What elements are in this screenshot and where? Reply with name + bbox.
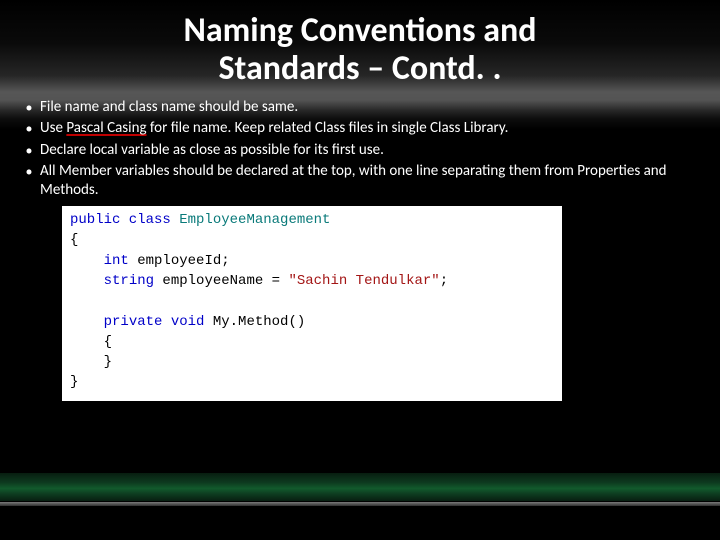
list-item: • Use Pascal Casing for file name. Keep … [18, 119, 702, 138]
code-sample: public class EmployeeManagement { int em… [62, 206, 562, 401]
code-line: { [70, 230, 554, 250]
code-line: int employeeId; [70, 251, 554, 271]
bullet-icon: • [18, 98, 40, 117]
code-line: string employeeName = "Sachin Tendulkar"… [70, 271, 554, 291]
code-line: { [70, 332, 554, 352]
list-item: • File name and class name should be sam… [18, 98, 702, 117]
slide: Naming Conventions and Standards – Contd… [0, 0, 720, 540]
bullet-icon: • [18, 141, 40, 160]
code-line: public class EmployeeManagement [70, 210, 554, 230]
list-item: • Declare local variable as close as pos… [18, 141, 702, 160]
code-line: private void My.Method() [70, 312, 554, 332]
bullet-icon: • [18, 162, 40, 181]
code-line: } [70, 352, 554, 372]
bullet-list: • File name and class name should be sam… [18, 98, 702, 200]
slide-body: • File name and class name should be sam… [0, 94, 720, 401]
bullet-text: Declare local variable as close as possi… [40, 141, 702, 160]
link-pascal-casing: Pascal Casing [66, 119, 146, 137]
bullet-text: All Member variables should be declared … [40, 162, 702, 200]
title-line-2: Standards – Contd. . [20, 50, 700, 88]
slide-title: Naming Conventions and Standards – Contd… [0, 0, 720, 94]
bullet-text: File name and class name should be same. [40, 98, 702, 117]
bullet-text: Use Pascal Casing for file name. Keep re… [40, 119, 702, 138]
footer-decoration [0, 472, 720, 540]
code-line: } [70, 372, 554, 392]
title-line-1: Naming Conventions and [20, 12, 700, 50]
bullet-icon: • [18, 119, 40, 138]
list-item: • All Member variables should be declare… [18, 162, 702, 200]
code-line [70, 291, 554, 311]
